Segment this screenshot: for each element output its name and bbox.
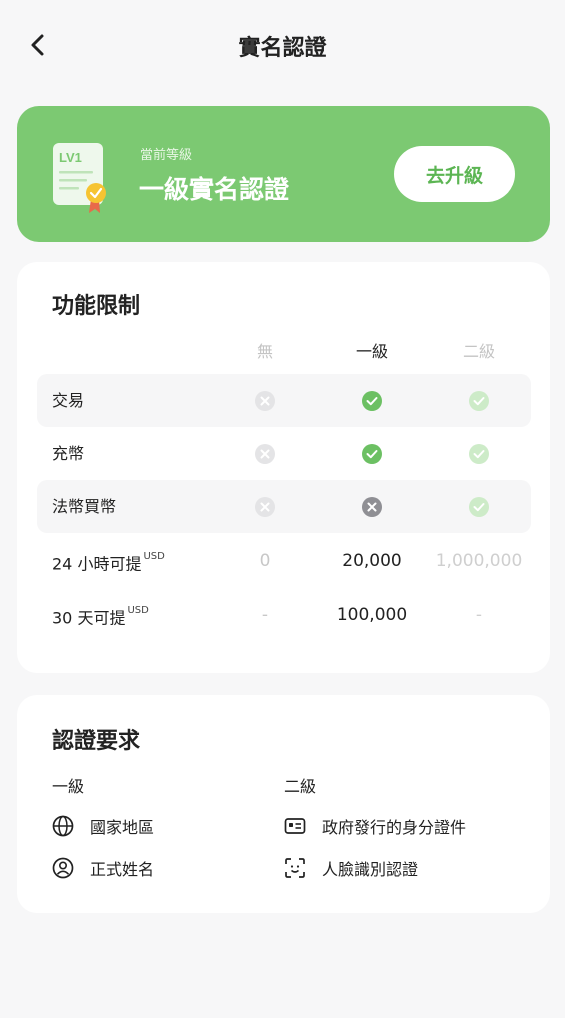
unit-label: USD <box>127 605 149 616</box>
column-header-none: 無 <box>256 342 273 361</box>
limit-value: 20,000 <box>342 550 402 571</box>
check-circle-icon <box>469 390 489 411</box>
table-row: 充幣 <box>37 427 531 480</box>
limit-value: 0 <box>259 550 271 571</box>
level1-heading: 一級 <box>52 777 85 796</box>
check-circle-icon <box>469 443 489 464</box>
limits-title: 功能限制 <box>52 294 141 319</box>
upgrade-button[interactable]: 去升級 <box>394 146 515 202</box>
row-label: 30 天可提 USD <box>52 588 149 641</box>
row-label-text: 30 天可提 <box>52 608 126 628</box>
column-header-level2: 二級 <box>462 342 495 361</box>
row-label: 交易 <box>52 391 85 410</box>
limits-card: 功能限制 無 一級 二級 交易 充幣 法幣買幣 24 小時可提 USD 0 20,… <box>17 262 550 673</box>
check-circle-icon <box>362 390 382 411</box>
requirement-label: 人臉識別認證 <box>322 860 419 879</box>
unit-label: USD <box>143 551 165 562</box>
page-title: 實名認證 <box>238 36 327 61</box>
requirements-title: 認證要求 <box>52 729 141 754</box>
column-header-level1: 一級 <box>355 342 388 361</box>
x-circle-icon <box>255 443 275 464</box>
globe-icon <box>52 815 74 837</box>
table-row: 30 天可提 USD - 100,000 - <box>37 588 531 641</box>
x-circle-icon <box>255 390 275 411</box>
current-level-label: 當前等級 <box>140 148 193 163</box>
table-row: 24 小時可提 USD 0 20,000 1,000,000 <box>37 534 531 587</box>
x-circle-icon <box>255 496 275 517</box>
requirement-label: 政府發行的身分證件 <box>322 818 467 837</box>
face-scan-icon <box>285 858 305 878</box>
requirement-item: 人臉識別認證 <box>284 856 418 880</box>
check-circle-icon <box>469 496 489 517</box>
requirement-item: 國家地區 <box>52 814 154 838</box>
row-label-text: 24 小時可提 <box>52 554 142 574</box>
table-row: 法幣買幣 <box>37 480 531 533</box>
row-label: 24 小時可提 USD <box>52 534 165 587</box>
certificate-icon: LV1 <box>53 143 106 213</box>
row-label: 充幣 <box>52 444 85 463</box>
top-bar: 實名認證 <box>0 0 565 92</box>
requirement-item: 政府發行的身分證件 <box>284 814 466 838</box>
limit-value: 100,000 <box>336 604 408 625</box>
requirement-item: 正式姓名 <box>52 856 154 880</box>
table-row: 交易 <box>37 374 531 427</box>
level-badge-text: LV1 <box>59 150 82 165</box>
level2-heading: 二級 <box>284 777 317 796</box>
row-label: 法幣買幣 <box>52 497 117 516</box>
x-circle-icon <box>362 496 382 517</box>
limit-value: 1,000,000 <box>435 550 523 571</box>
requirement-label: 國家地區 <box>90 818 155 837</box>
id-card-icon <box>284 818 306 834</box>
user-circle-icon <box>52 857 74 879</box>
limit-value: - <box>475 604 483 625</box>
requirement-label: 正式姓名 <box>90 860 155 879</box>
current-level-name: 一級實名認證 <box>139 175 290 204</box>
current-level-card: LV1 當前等級 一級實名認證 去升級 <box>17 106 550 242</box>
requirements-card: 認證要求 一級 二級 國家地區 正式姓名 政府發行的身分證件 人臉識別認證 <box>17 695 550 913</box>
check-circle-icon <box>362 443 382 464</box>
limit-value: - <box>261 604 269 625</box>
